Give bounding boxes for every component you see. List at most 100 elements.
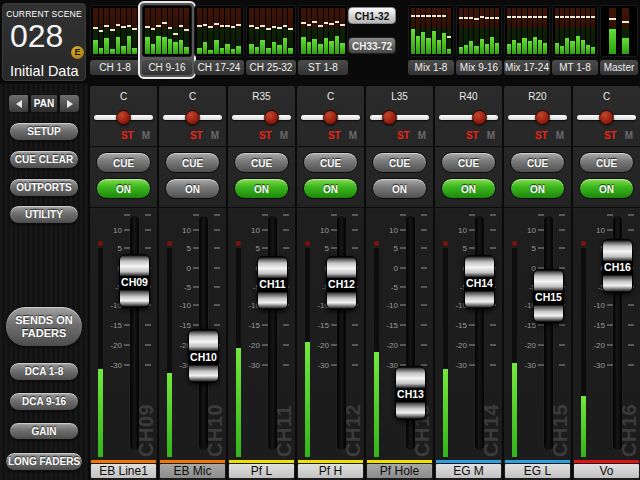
- fader-cap[interactable]: CH13: [395, 366, 426, 420]
- fader-region: CH10 10 5 0 -5 -10 -15 -20 -30 CH10: [159, 210, 226, 458]
- meter-block-st-1-8[interactable]: ST 1-8: [294, 1, 352, 79]
- pan-prev-button[interactable]: [8, 94, 29, 113]
- cue-button[interactable]: CUE: [234, 152, 289, 173]
- channel-name-plate[interactable]: Pf Hole: [367, 464, 432, 478]
- meter-block-label: Master: [600, 60, 638, 75]
- current-scene-panel: CURRENT SCENE 028 E Initial Data: [2, 3, 86, 81]
- cue-button[interactable]: CUE: [441, 152, 496, 173]
- fader-track[interactable]: [130, 216, 139, 450]
- on-button[interactable]: ON: [96, 178, 151, 199]
- fader-scale-label: -10: [167, 301, 191, 310]
- fader-cap[interactable]: CH12: [326, 256, 357, 310]
- channel-name-plate[interactable]: Pf H: [298, 464, 363, 478]
- channel-name-plate[interactable]: EB Line1: [91, 464, 156, 478]
- channel-color-stripe: [229, 460, 294, 463]
- on-button[interactable]: ON: [234, 178, 289, 199]
- fader-track[interactable]: [337, 216, 346, 450]
- fader-cap[interactable]: CH10: [188, 329, 219, 383]
- mono-assign-indicator: M: [211, 130, 219, 141]
- pan-slider[interactable]: [508, 110, 567, 125]
- meter-block-ch-9-16[interactable]: CH 9-16: [138, 1, 196, 79]
- pan-next-button[interactable]: [59, 94, 80, 113]
- fader-region: CH11 10 5 0 -5 -10 -15 -20 -30 CH11: [228, 210, 295, 458]
- outports-button[interactable]: OUTPORTS: [9, 178, 79, 197]
- meter-block-mix-1-8[interactable]: Mix 1-8: [404, 1, 458, 79]
- pan-slider[interactable]: [577, 110, 636, 125]
- pan-knob[interactable]: [535, 110, 550, 125]
- long-faders-button[interactable]: LONG FADERS: [5, 452, 83, 471]
- meter-block-master[interactable]: Master: [596, 1, 640, 79]
- meter-bar: [197, 8, 202, 54]
- meter-bar: [411, 8, 415, 54]
- fader-cap[interactable]: CH14: [464, 255, 495, 309]
- pan-knob[interactable]: [599, 110, 614, 125]
- utility-button[interactable]: UTILITY: [9, 205, 79, 224]
- on-button[interactable]: ON: [579, 178, 634, 199]
- pan-slider[interactable]: [301, 110, 360, 125]
- cue-button[interactable]: CUE: [303, 152, 358, 173]
- meter-bar: [283, 8, 288, 54]
- channel-name-plate[interactable]: EG M: [436, 464, 501, 478]
- bank-ch1-32-button[interactable]: CH1-32: [348, 7, 396, 24]
- pan-slider[interactable]: [94, 110, 153, 125]
- on-button[interactable]: ON: [372, 178, 427, 199]
- cue-button[interactable]: CUE: [96, 152, 151, 173]
- pan-slider[interactable]: [232, 110, 291, 125]
- pan-slider[interactable]: [439, 110, 498, 125]
- meter-block-mix-17-24[interactable]: Mix 17-24: [500, 1, 554, 79]
- cue-button[interactable]: CUE: [372, 152, 427, 173]
- cue-button[interactable]: CUE: [579, 152, 634, 173]
- fader-scale-label: -20: [374, 341, 398, 350]
- pan-slider[interactable]: [370, 110, 429, 125]
- fader-tick: [400, 214, 406, 216]
- cue-clear-button[interactable]: CUE CLEAR: [9, 150, 79, 169]
- meter-bar: [162, 8, 167, 54]
- channel-name-plate[interactable]: EG L: [505, 464, 570, 478]
- fader-track[interactable]: [475, 216, 484, 450]
- meter-bar: [104, 8, 109, 54]
- fader-cap[interactable]: CH15: [533, 269, 564, 323]
- pan-slider[interactable]: [163, 110, 222, 125]
- cue-button[interactable]: CUE: [510, 152, 565, 173]
- on-button[interactable]: ON: [165, 178, 220, 199]
- cue-button[interactable]: CUE: [165, 152, 220, 173]
- fader-tick: [283, 214, 289, 216]
- level-meter-fill: [443, 369, 448, 457]
- dca-9-16-button[interactable]: DCA 9-16: [9, 392, 79, 411]
- fader-track[interactable]: [544, 216, 553, 450]
- channel-name-plate[interactable]: EB Mic: [160, 464, 225, 478]
- meter-bar: [121, 8, 126, 54]
- pan-knob[interactable]: [472, 110, 487, 125]
- pan-knob[interactable]: [264, 110, 279, 125]
- on-button[interactable]: ON: [441, 178, 496, 199]
- fader-tick: [538, 214, 544, 216]
- on-button[interactable]: ON: [510, 178, 565, 199]
- fader-scale-label: 10: [443, 226, 467, 235]
- pan-knob[interactable]: [116, 110, 131, 125]
- sends-on-faders-button[interactable]: SENDS ONFADERS: [5, 306, 83, 347]
- level-meter: [305, 248, 310, 457]
- fader-cap[interactable]: CH16: [602, 239, 633, 293]
- on-button[interactable]: ON: [303, 178, 358, 199]
- meter-block-label: CH 1-8: [90, 60, 140, 75]
- pan-knob[interactable]: [323, 110, 338, 125]
- pan-knob[interactable]: [185, 110, 200, 125]
- fader-cap[interactable]: CH11: [257, 256, 288, 310]
- fader-track[interactable]: [268, 216, 277, 450]
- fader-tick: [607, 214, 613, 216]
- channel-name-plate[interactable]: Pf L: [229, 464, 294, 478]
- setup-button[interactable]: SETUP: [9, 122, 79, 141]
- fader-cap[interactable]: CH09: [119, 254, 150, 308]
- meter-block-ch-25-32[interactable]: CH 25-32: [242, 1, 300, 79]
- meter-block-ch-17-24[interactable]: CH 17-24: [190, 1, 248, 79]
- meter-bridge: [504, 5, 550, 57]
- pan-value: L35: [366, 91, 433, 102]
- meter-block-ch-1-8[interactable]: CH 1-8: [86, 1, 144, 79]
- pan-knob[interactable]: [382, 110, 397, 125]
- dca-1-8-button[interactable]: DCA 1-8: [9, 362, 79, 381]
- meter-block-mix-9-16[interactable]: Mix 9-16: [452, 1, 506, 79]
- bank-ch33-72-button[interactable]: CH33-72: [348, 37, 396, 54]
- meter-block-mt-1-8[interactable]: MT 1-8: [548, 1, 602, 79]
- gain-button[interactable]: GAIN: [9, 422, 79, 440]
- channel-name-plate[interactable]: Vo: [574, 464, 639, 478]
